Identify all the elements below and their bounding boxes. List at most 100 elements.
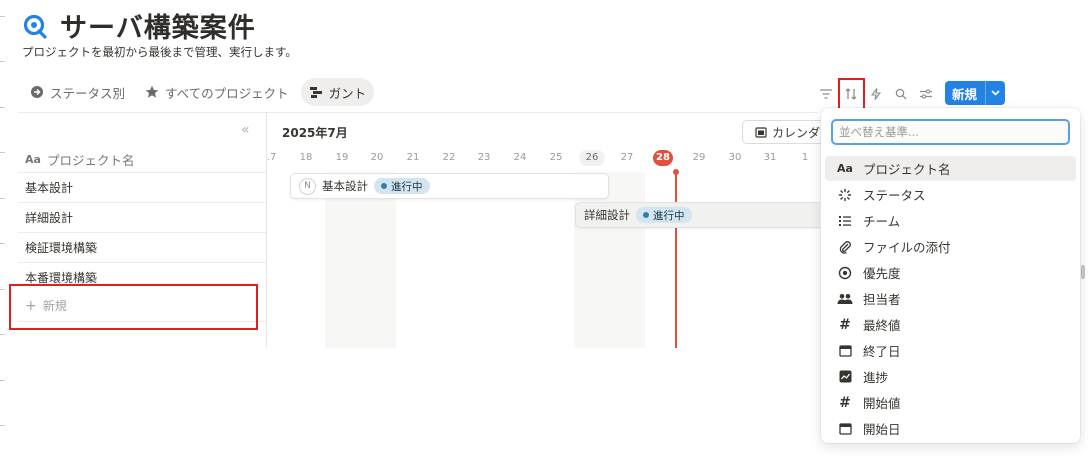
- tab-label: すべてのプロジェクト: [165, 85, 289, 101]
- new-button-label: 新規: [952, 86, 978, 102]
- list-item[interactable]: 基本設計: [18, 172, 267, 202]
- bar-title: 詳細設計: [584, 208, 630, 222]
- day-label: 31: [763, 152, 777, 163]
- sort-option-team[interactable]: チーム: [825, 208, 1076, 233]
- calendar-button[interactable]: カレンダ: [742, 120, 832, 144]
- sort-option-end-date[interactable]: 終了日: [825, 338, 1076, 363]
- add-row-button[interactable]: + 新規: [25, 297, 67, 314]
- sort-option-label: 進捗: [863, 370, 889, 385]
- column-header-label: プロジェクト名: [46, 153, 135, 168]
- search-icon[interactable]: [891, 84, 911, 104]
- day-label: 25: [549, 152, 563, 163]
- day-label: 24: [513, 152, 527, 163]
- margin-marker: [0, 16, 5, 17]
- chart-icon: [837, 369, 853, 385]
- sort-option-label: 担当者: [863, 292, 901, 307]
- day-label: 26: [579, 150, 605, 166]
- people-icon: [837, 291, 853, 307]
- sort-option-assignee[interactable]: 担当者: [825, 286, 1076, 311]
- status-dot-icon: [643, 212, 649, 218]
- arrow-circle-icon: [31, 86, 43, 98]
- status-label: 進行中: [653, 209, 685, 222]
- new-button[interactable]: 新規: [945, 81, 1005, 105]
- row-title: 本番環境構築: [25, 271, 98, 285]
- project-icon: [23, 14, 47, 39]
- view-tabs: ステータス別 すべてのプロジェクト ガント: [22, 78, 375, 106]
- list-item[interactable]: 検証環境構築: [18, 232, 267, 262]
- plus-icon: +: [25, 297, 37, 314]
- tab-label: ガント: [328, 85, 367, 101]
- bar-title: 基本設計: [322, 179, 368, 193]
- number-icon: #: [839, 394, 851, 411]
- day-header: 17 18 19 20 21 22 23 24 25 26 27 28 29 3…: [268, 150, 820, 170]
- margin-marker: [0, 198, 5, 199]
- margin-marker: [0, 380, 5, 381]
- tab-label: ステータス別: [50, 85, 126, 101]
- row-title: 基本設計: [25, 181, 74, 195]
- sort-menu: 並べ替え基準... Aa プロジェクト名 ステータス チーム ファイルの添付 優…: [821, 108, 1080, 443]
- filter-icon[interactable]: [816, 84, 836, 104]
- sort-search-input[interactable]: 並べ替え基準...: [831, 119, 1070, 145]
- margin-marker: [0, 61, 5, 62]
- sort-option-start-value[interactable]: # 開始値: [825, 390, 1076, 415]
- sort-option-final-value[interactable]: # 最終値: [825, 312, 1076, 337]
- day-label: 1: [801, 152, 809, 163]
- margin-marker: [0, 334, 5, 335]
- calendar-icon: [837, 343, 853, 359]
- page-title: サーバ構築案件: [60, 13, 256, 44]
- add-row-label: 新規: [42, 299, 67, 313]
- calendar-label: カレンダ: [772, 125, 821, 140]
- paperclip-icon: [837, 239, 853, 255]
- automation-icon[interactable]: [867, 84, 885, 104]
- day-label: 21: [406, 152, 420, 163]
- tab-all-projects[interactable]: すべてのプロジェクト: [137, 78, 297, 106]
- list-item[interactable]: 詳細設計: [18, 202, 267, 232]
- scroll-handle[interactable]: [1081, 265, 1085, 279]
- sort-option-label: 優先度: [863, 266, 901, 281]
- tab-status[interactable]: ステータス別: [22, 78, 133, 106]
- day-label: 30: [728, 152, 742, 163]
- day-label: 19: [335, 152, 349, 163]
- star-icon: [145, 85, 159, 98]
- sort-option-project-name[interactable]: Aa プロジェクト名: [825, 156, 1076, 181]
- sort-option-priority[interactable]: 優先度: [825, 260, 1076, 285]
- text-type-icon: Aa: [837, 162, 853, 175]
- sort-icon[interactable]: [841, 84, 861, 104]
- settings-sliders-icon[interactable]: [916, 84, 936, 104]
- tab-gantt[interactable]: ガント: [300, 78, 375, 106]
- day-label: 22: [442, 152, 456, 163]
- column-header[interactable]: Aa プロジェクト名: [25, 150, 134, 169]
- day-label: 18: [299, 152, 313, 163]
- text-type-icon: Aa: [25, 153, 41, 166]
- sort-option-status[interactable]: ステータス: [825, 182, 1076, 207]
- sort-option-label: 開始日: [863, 422, 901, 437]
- page-header: サーバ構築案件: [22, 6, 256, 45]
- notion-badge-icon: N: [299, 177, 316, 195]
- status-badge: 進行中: [374, 178, 430, 194]
- day-label: 29: [692, 152, 706, 163]
- collapse-icon[interactable]: «: [241, 122, 250, 138]
- gantt-icon: [309, 87, 322, 98]
- day-label: 23: [477, 152, 491, 163]
- list-item[interactable]: 本番環境構築: [18, 262, 267, 292]
- margin-marker: [0, 289, 5, 290]
- sort-option-start-date[interactable]: 開始日: [825, 416, 1076, 441]
- margin-marker: [0, 243, 5, 244]
- row-title: 詳細設計: [25, 211, 74, 225]
- sort-option-attachment[interactable]: ファイルの添付: [825, 234, 1076, 259]
- gantt-bar[interactable]: N 基本設計 進行中: [290, 173, 609, 199]
- gantt-bar[interactable]: 詳細設計 進行中: [575, 202, 820, 228]
- select-icon: [837, 265, 853, 281]
- sort-option-label: 開始値: [863, 396, 901, 411]
- status-icon: [837, 187, 853, 203]
- margin-marker: [0, 425, 5, 426]
- chevron-down-icon[interactable]: [986, 90, 1005, 96]
- status-dot-icon: [381, 183, 387, 189]
- margin-marker: [0, 107, 5, 108]
- today-line: [675, 170, 677, 348]
- calendar-icon: [755, 127, 767, 138]
- sort-option-progress[interactable]: 進捗: [825, 364, 1076, 389]
- today-dot: [673, 169, 679, 175]
- sort-option-label: チーム: [863, 214, 901, 229]
- margin-marker: [0, 152, 5, 153]
